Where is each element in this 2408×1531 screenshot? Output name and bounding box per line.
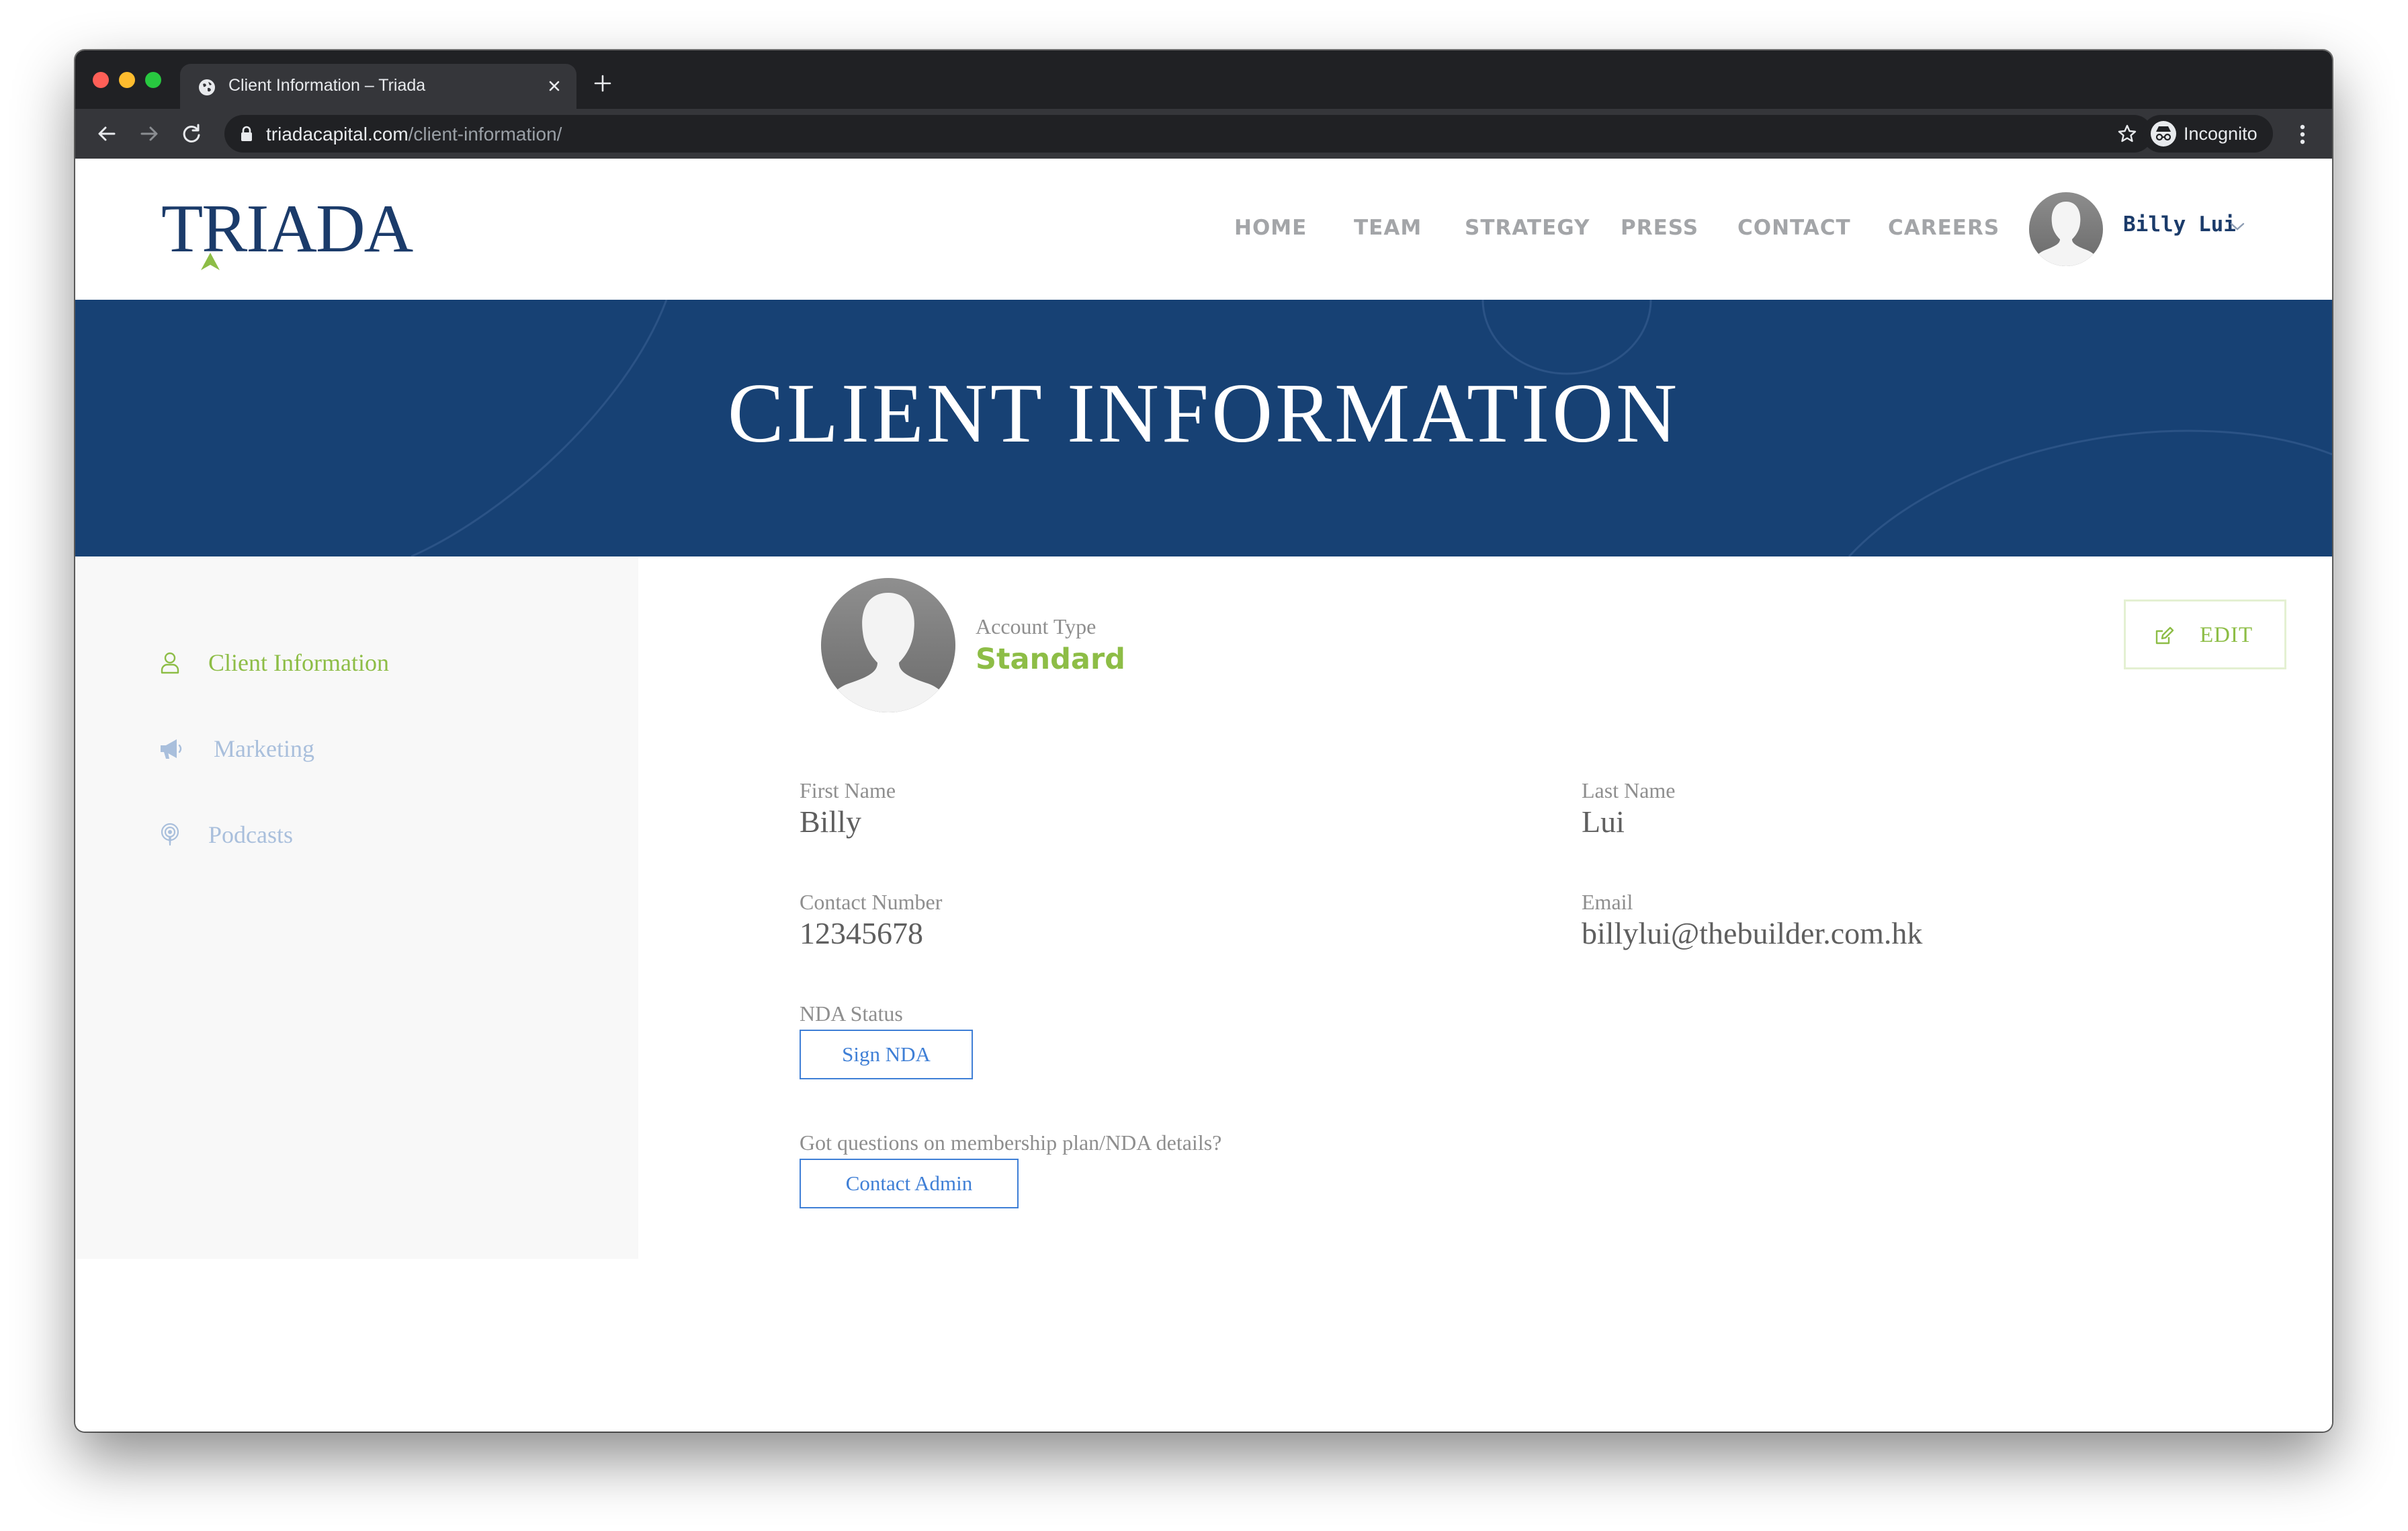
url-host: triadacapital.com — [266, 124, 408, 144]
forward-arrow-icon[interactable] — [136, 121, 162, 147]
person-silhouette-icon — [2029, 192, 2103, 266]
logo-arrow-icon — [201, 253, 220, 270]
edit-button[interactable]: EDIT — [2124, 599, 2286, 669]
nav-home[interactable]: HOME — [1234, 216, 1307, 240]
megaphone-icon — [161, 739, 182, 759]
sidebar-item-label: Marketing — [214, 735, 314, 762]
page-hero-banner: CLIENT INFORMATION — [75, 300, 2332, 556]
edit-button-label: EDIT — [2200, 623, 2253, 647]
contact-admin-button[interactable]: Contact Admin — [800, 1159, 1019, 1208]
email-label: Email — [1582, 890, 1633, 914]
close-window-button[interactable] — [93, 72, 109, 88]
incognito-badge[interactable]: Incognito — [2142, 115, 2273, 153]
address-bar[interactable]: triadacapital.com/client-information/ — [224, 115, 2153, 153]
podcast-icon — [161, 823, 179, 845]
tab-title: Client Information – Triada — [228, 76, 426, 95]
user-name[interactable]: Billy Lui — [2123, 212, 2236, 237]
client-information-panel: Account Type Standard EDIT First Name Bi… — [638, 556, 2332, 1259]
account-type-value: Standard — [976, 643, 1125, 676]
url-path: /client-information/ — [408, 124, 562, 144]
profile-avatar — [821, 578, 955, 712]
lock-icon — [241, 126, 252, 141]
first-name-value: Billy — [800, 804, 862, 839]
new-tab-icon[interactable] — [593, 73, 613, 93]
account-type-label: Account Type — [976, 614, 1096, 638]
sidebar-item-podcasts[interactable]: Podcasts — [75, 814, 638, 854]
url-text: triadacapital.com/client-information/ — [266, 124, 562, 145]
reload-icon[interactable] — [179, 121, 204, 147]
email-value: billylui@thebuilder.com.hk — [1582, 916, 1923, 950]
triada-logo[interactable]: TRIADA — [161, 192, 457, 270]
bookmark-star-icon[interactable] — [2116, 123, 2138, 144]
maximize-window-button[interactable] — [145, 72, 161, 88]
edit-icon — [2155, 626, 2174, 645]
first-name-label: First Name — [800, 778, 896, 802]
account-sidebar: Client Information Marketing Podcasts — [75, 556, 638, 1259]
nav-strategy[interactable]: STRATEGY — [1465, 216, 1590, 240]
browser-menu-icon[interactable] — [2296, 122, 2309, 147]
nav-careers[interactable]: CAREERS — [1888, 216, 2000, 240]
back-arrow-icon[interactable] — [94, 121, 120, 147]
page-title: CLIENT INFORMATION — [727, 367, 1680, 460]
browser-tab-bar: Client Information – Triada — [75, 50, 2332, 109]
person-silhouette-icon — [821, 578, 955, 712]
user-icon — [161, 652, 179, 674]
membership-questions-text: Got questions on membership plan/NDA det… — [800, 1130, 1222, 1155]
incognito-label: Incognito — [2184, 124, 2258, 144]
globe-icon — [199, 79, 215, 95]
chevron-down-icon[interactable] — [2229, 220, 2246, 233]
browser-tab-active[interactable]: Client Information – Triada — [180, 64, 576, 109]
nav-team[interactable]: TEAM — [1354, 216, 1422, 240]
sidebar-item-marketing[interactable]: Marketing — [75, 728, 638, 768]
incognito-icon — [2151, 121, 2176, 147]
sidebar-item-client-information[interactable]: Client Information — [75, 642, 638, 682]
nda-status-label: NDA Status — [800, 1001, 903, 1026]
user-avatar[interactable] — [2029, 192, 2103, 266]
sign-nda-button[interactable]: Sign NDA — [800, 1030, 973, 1079]
last-name-value: Lui — [1582, 804, 1625, 839]
last-name-label: Last Name — [1582, 778, 1676, 802]
nav-press[interactable]: PRESS — [1621, 216, 1698, 240]
contact-number-label: Contact Number — [800, 890, 943, 914]
web-page: TRIADA HOME TEAM STRATEGY PRESS CONTACT … — [75, 159, 2332, 1432]
nav-contact[interactable]: CONTACT — [1737, 216, 1851, 240]
site-header: TRIADA HOME TEAM STRATEGY PRESS CONTACT … — [75, 159, 2332, 300]
minimize-window-button[interactable] — [119, 72, 135, 88]
close-tab-icon[interactable] — [546, 77, 563, 95]
sidebar-item-label: Client Information — [208, 649, 389, 676]
browser-window: Client Information – Triada triadacapita… — [75, 50, 2332, 1432]
sidebar-item-label: Podcasts — [208, 821, 293, 848]
browser-toolbar: triadacapital.com/client-information/ In… — [75, 109, 2332, 159]
contact-number-value: 12345678 — [800, 916, 923, 950]
